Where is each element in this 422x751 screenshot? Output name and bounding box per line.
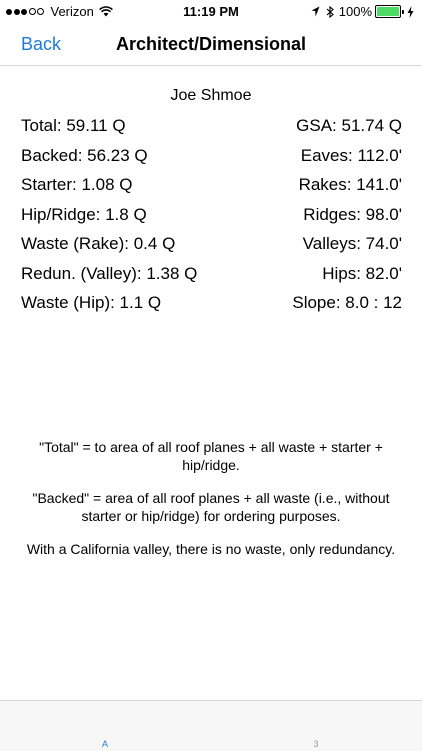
notes: "Total" = to area of all roof planes + a…: [20, 438, 402, 573]
stats-list: Total: 59.11 Q GSA: 51.74 Q Backed: 56.2…: [21, 116, 402, 323]
status-bar: Verizon 11:19 PM 100%: [0, 0, 422, 24]
stat-row: Waste (Rake): 0.4 Q Valleys: 74.0': [21, 234, 402, 264]
stat-row: Starter: 1.08 Q Rakes: 141.0': [21, 175, 402, 205]
stat-valleys: Valleys: 74.0': [302, 234, 402, 253]
stat-ridges: Ridges: 98.0': [303, 204, 402, 224]
note-total: "Total" = to area of all roof planes + a…: [39, 439, 383, 473]
battery-percent: 100%: [338, 4, 372, 19]
status-right: 100%: [311, 4, 414, 19]
tab-a[interactable]: A: [85, 739, 125, 749]
tab-3[interactable]: 3: [296, 739, 336, 749]
stat-eaves: Eaves: 112.0': [300, 145, 402, 165]
note-backed: "Backed" = area of all roof planes + all…: [32, 490, 390, 524]
stat-gsa: GSA: 51.74 Q: [296, 116, 402, 135]
customer-name: Joe Shmoe: [170, 87, 252, 104]
stat-starter: Starter: 1.08 Q: [21, 175, 133, 194]
tab-bar: A 3: [0, 700, 422, 751]
charging-bolt-icon: [407, 5, 414, 18]
stat-total: Total: 59.11 Q: [21, 116, 126, 135]
navigation-bar: Back Architect/Dimensional: [0, 24, 422, 66]
bluetooth-icon: [326, 5, 334, 18]
stat-backed: Backed: 56.23 Q: [21, 145, 148, 165]
stat-rakes: Rakes: 141.0': [298, 175, 402, 194]
battery-icon: [375, 5, 404, 18]
stat-redun-valley: Redun. (Valley): 1.38 Q: [21, 263, 198, 283]
stat-hips: Hips: 82.0': [322, 263, 402, 283]
stat-waste-hip: Waste (Hip): 1.1 Q: [21, 293, 162, 312]
stat-row: Backed: 56.23 Q Eaves: 112.0': [21, 146, 402, 176]
stat-row: Total: 59.11 Q GSA: 51.74 Q: [21, 116, 402, 146]
stat-row: Hip/Ridge: 1.8 Q Ridges: 98.0': [21, 205, 402, 235]
stat-waste-rake: Waste (Rake): 0.4 Q: [21, 234, 176, 253]
page-title: Architect/Dimensional: [115, 34, 307, 54]
stat-slope: Slope: 8.0 : 12: [292, 293, 402, 312]
stat-hip-ridge: Hip/Ridge: 1.8 Q: [21, 204, 147, 224]
stat-row: Redun. (Valley): 1.38 Q Hips: 82.0': [21, 264, 402, 294]
location-arrow-icon: [311, 6, 320, 17]
stat-row: Waste (Hip): 1.1 Q Slope: 8.0 : 12: [21, 293, 402, 323]
note-california-valley: With a California valley, there is no wa…: [26, 541, 396, 557]
